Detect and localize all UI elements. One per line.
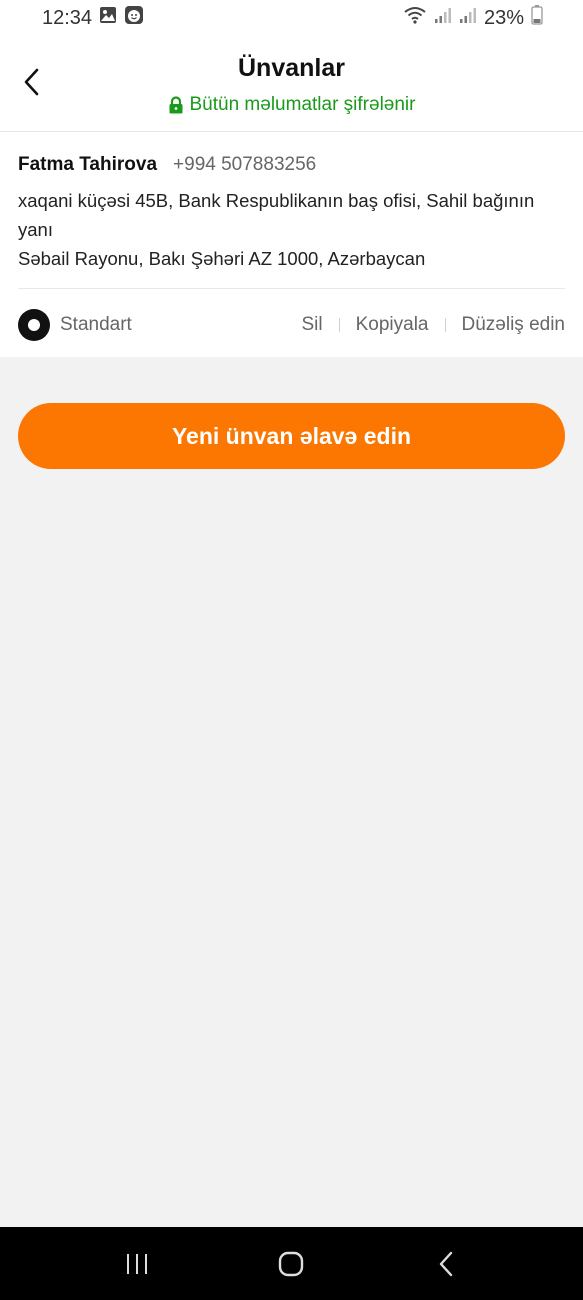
signal-icon <box>434 6 452 30</box>
separator <box>338 318 340 332</box>
face-app-icon <box>124 5 144 31</box>
address-line-1: xaqani küçəsi 45B, Bank Respublikanın ba… <box>18 190 535 240</box>
recent-apps-icon <box>127 1253 148 1274</box>
status-right: 23% <box>403 5 543 31</box>
recent-apps-button[interactable] <box>107 1234 167 1294</box>
status-left: 12:34 <box>42 5 144 31</box>
edit-button[interactable]: Düzəliş edin <box>462 314 566 336</box>
header: Ünvanlar Bütün məlumatlar şifrələnir <box>0 36 583 132</box>
add-address-button[interactable]: Yeni ünvan əlavə edin <box>18 403 565 469</box>
default-radio[interactable] <box>18 309 50 341</box>
signal-icon <box>459 6 477 30</box>
home-button[interactable] <box>261 1234 321 1294</box>
contact-row: Fatma Tahirova +994 507883256 <box>18 154 316 176</box>
security-note-text: Bütün məlumatlar şifrələnir <box>189 94 416 115</box>
lock-icon <box>169 96 182 114</box>
status-bar: 12:34 23% <box>0 0 583 36</box>
recipient-name: Fatma Tahirova <box>18 154 158 175</box>
radio-dot <box>28 319 40 331</box>
battery-icon <box>531 5 543 31</box>
home-icon <box>279 1251 304 1276</box>
battery-text: 23% <box>483 6 524 29</box>
address-card: Fatma Tahirova +994 507883256 xaqani küç… <box>0 132 583 357</box>
page-title: Ünvanlar <box>238 54 345 82</box>
separator <box>444 318 446 332</box>
copy-button[interactable]: Kopiyala <box>356 314 429 336</box>
back-nav-button[interactable] <box>416 1234 476 1294</box>
system-nav-bar <box>0 1227 583 1300</box>
recipient-phone: +994 507883256 <box>173 154 317 175</box>
address-line-2: Səbail Rayonu, Bakı Şəhəri AZ 1000, Azər… <box>18 248 426 269</box>
back-nav-icon <box>439 1251 453 1276</box>
clock: 12:34 <box>42 6 93 29</box>
gallery-icon <box>99 6 117 30</box>
address-text: xaqani küçəsi 45B, Bank Respublikanın ba… <box>18 186 568 273</box>
card-divider <box>18 288 565 289</box>
default-label: Standart <box>60 314 132 335</box>
security-note: Bütün məlumatlar şifrələnir <box>0 94 583 116</box>
default-address-toggle[interactable]: Standart <box>18 309 132 341</box>
wifi-icon <box>403 6 427 30</box>
action-links: Sil Kopiyala Düzəliş edin <box>301 314 565 336</box>
card-actions: Standart Sil Kopiyala Düzəliş edin <box>18 308 565 342</box>
delete-button[interactable]: Sil <box>301 314 322 336</box>
